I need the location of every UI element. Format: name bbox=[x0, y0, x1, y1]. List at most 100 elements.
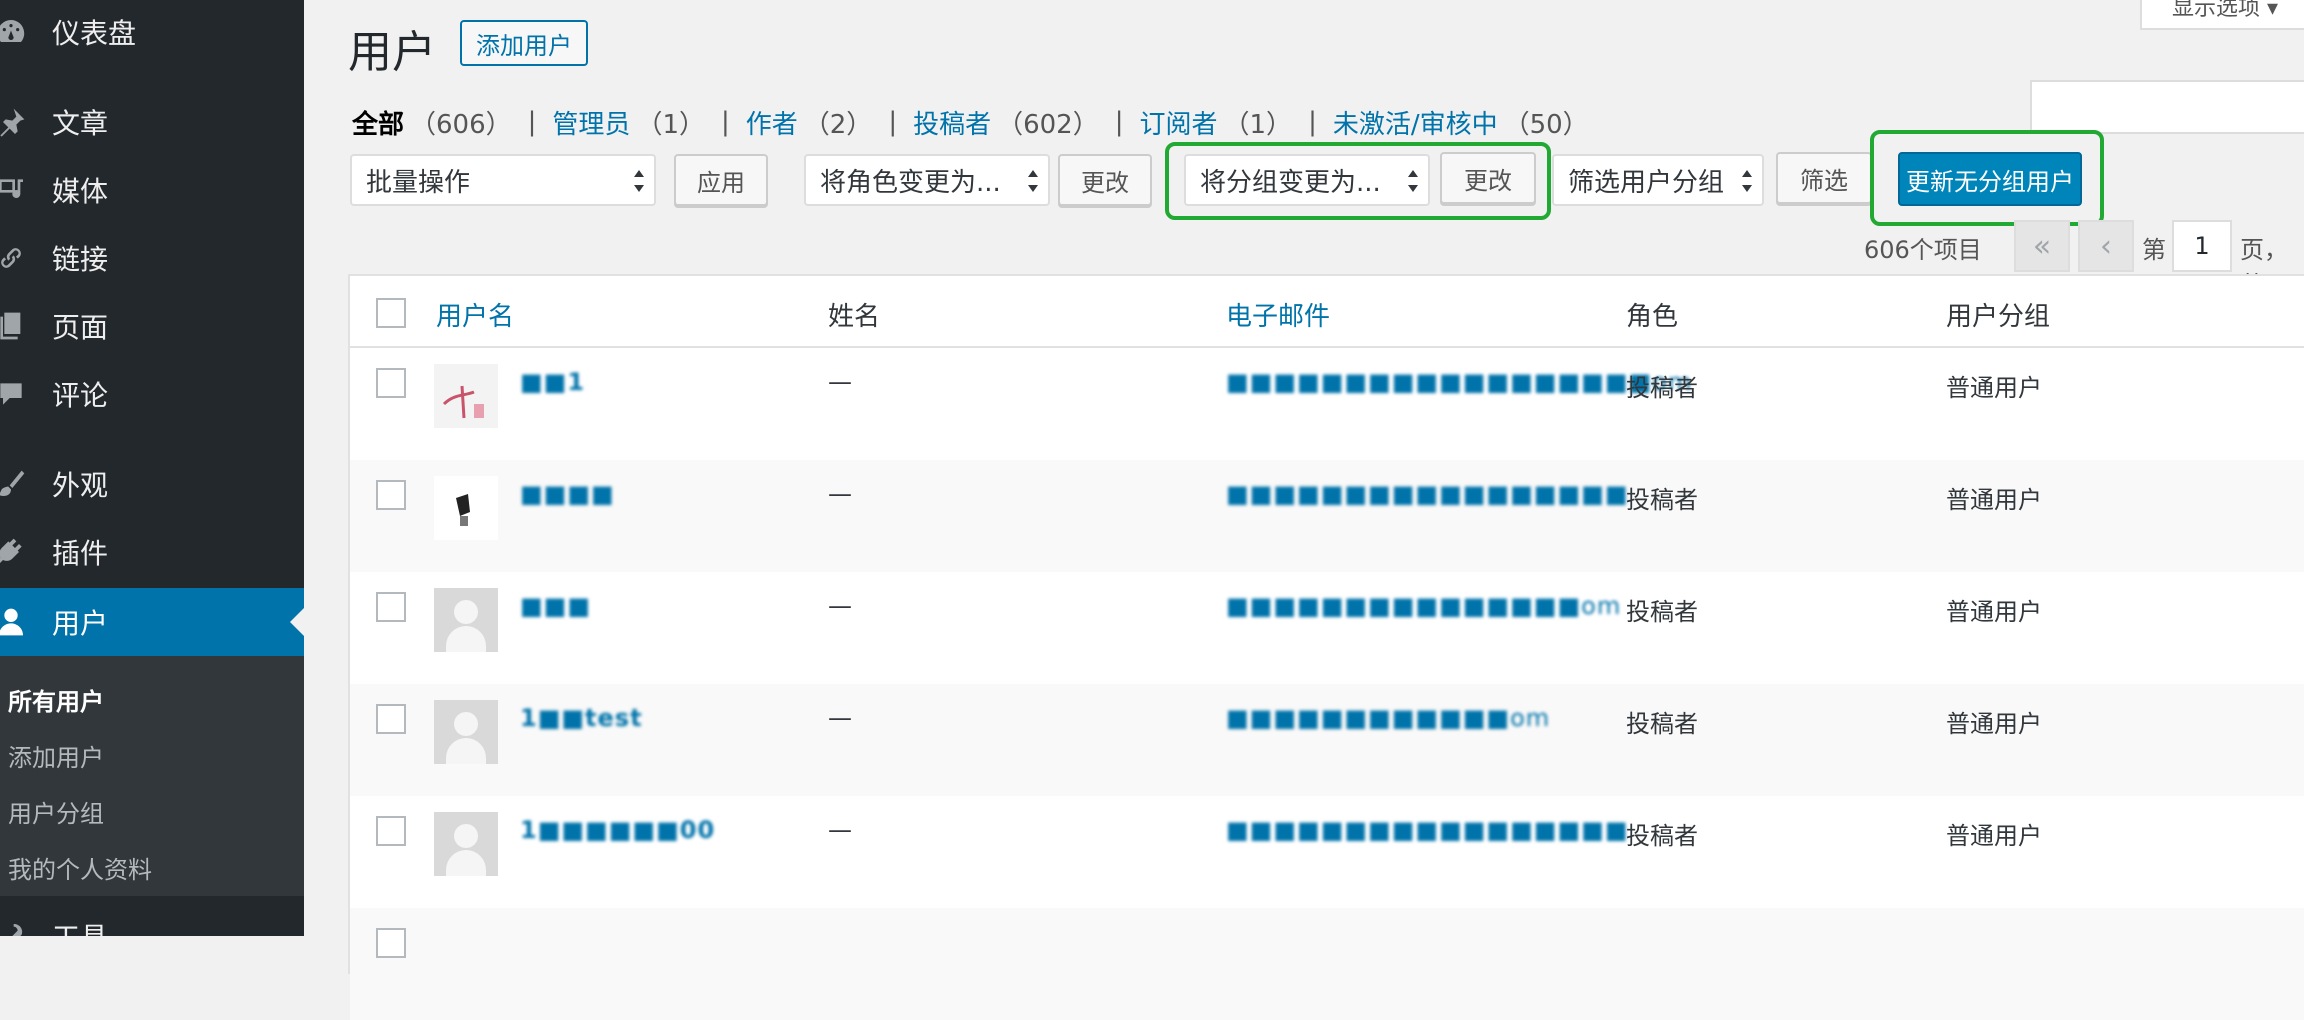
comment-icon bbox=[0, 378, 34, 410]
update-ungrouped-users-button[interactable]: 更新无分组用户 bbox=[1898, 152, 2082, 206]
row-checkbox[interactable] bbox=[376, 816, 406, 846]
username-link[interactable]: 1■■■■■■00 bbox=[520, 816, 715, 844]
filter-all[interactable]: 全部 bbox=[352, 104, 404, 141]
menu-item-dashboard[interactable]: 仪表盘 bbox=[0, 2, 304, 62]
menu-item-pages[interactable]: 页面 bbox=[0, 296, 304, 356]
email-link[interactable]: ■■■■■■■■■■■■■■■■■ bbox=[1226, 816, 1629, 844]
submenu-my-profile[interactable]: 我的个人资料 bbox=[8, 850, 152, 885]
avatar-image bbox=[442, 385, 484, 419]
menu-label: 用户 bbox=[52, 607, 109, 640]
full-name: — bbox=[828, 704, 852, 732]
email-link[interactable]: ■■■■■■■■■■■■om bbox=[1226, 704, 1550, 732]
row-checkbox[interactable] bbox=[376, 368, 406, 398]
filter-button[interactable]: 筛选 bbox=[1776, 152, 1872, 204]
add-user-button[interactable]: 添加用户 bbox=[460, 20, 588, 66]
users-submenu: 所有用户 添加用户 用户分组 我的个人资料 bbox=[0, 656, 304, 896]
select-arrows-icon bbox=[1028, 170, 1038, 192]
avatar bbox=[434, 364, 498, 428]
media-icon bbox=[0, 174, 34, 206]
menu-label: 文章 bbox=[52, 107, 109, 140]
menu-item-plugins[interactable]: 插件 bbox=[0, 522, 304, 582]
page-title: 用户 bbox=[348, 27, 436, 78]
change-role-select[interactable]: 将角色变更为... bbox=[804, 154, 1050, 206]
role-filter-views: 全部 （606） | 管理员 （1） | 作者 （2） | 投稿者 （602） … bbox=[352, 104, 1589, 140]
prev-page-button[interactable]: ‹ bbox=[2078, 220, 2134, 272]
filter-author[interactable]: 作者 bbox=[746, 104, 798, 141]
column-username[interactable]: 用户名 bbox=[436, 296, 514, 333]
menu-item-posts[interactable]: 文章 bbox=[0, 92, 304, 152]
menu-item-links[interactable]: 链接 bbox=[0, 228, 304, 288]
bulk-action-select[interactable]: 批量操作 bbox=[350, 154, 656, 206]
menu-label: 媒体 bbox=[52, 175, 109, 208]
filter-count: （606） bbox=[410, 109, 512, 140]
menu-item-appearance[interactable]: 外观 bbox=[0, 454, 304, 514]
row-checkbox[interactable] bbox=[376, 704, 406, 734]
menu-item-media[interactable]: 媒体 bbox=[0, 160, 304, 220]
menu-label: 插件 bbox=[52, 537, 109, 570]
current-page-input[interactable]: 1 bbox=[2172, 220, 2232, 272]
avatar bbox=[434, 476, 498, 540]
submenu-user-groups[interactable]: 用户分组 bbox=[8, 794, 104, 829]
select-value: 将分组变更为... bbox=[1200, 167, 1381, 198]
email-link[interactable]: ■■■■■■■■■■■■■■■om bbox=[1226, 592, 1621, 620]
full-name: — bbox=[828, 816, 852, 844]
brush-icon bbox=[0, 468, 34, 500]
email-link[interactable]: ■■■■■■■■■■■■■■■■■ bbox=[1226, 480, 1629, 508]
menu-item-users[interactable]: 用户 bbox=[0, 588, 304, 656]
search-input[interactable] bbox=[2030, 80, 2304, 134]
link-icon bbox=[0, 242, 34, 274]
username-link[interactable]: ■■■■ bbox=[520, 480, 615, 508]
column-email[interactable]: 电子邮件 bbox=[1226, 296, 1330, 333]
table-row bbox=[350, 908, 2304, 1020]
menu-item-comments[interactable]: 评论 bbox=[0, 364, 304, 424]
user-icon bbox=[0, 606, 34, 638]
plugin-icon bbox=[0, 536, 34, 568]
user-group-value: 普通用户 bbox=[1946, 374, 2042, 402]
submenu-all-users[interactable]: 所有用户 bbox=[8, 682, 104, 717]
menu-label: 链接 bbox=[52, 243, 109, 276]
username-link[interactable]: ■■1 bbox=[520, 368, 585, 396]
change-role-button[interactable]: 更改 bbox=[1058, 154, 1152, 206]
page-icon bbox=[0, 310, 34, 342]
select-value: 批量操作 bbox=[366, 167, 471, 198]
select-all-checkbox[interactable] bbox=[376, 298, 406, 328]
role-value: 投稿者 bbox=[1626, 822, 1698, 850]
full-name: — bbox=[828, 368, 852, 396]
avatar-image bbox=[456, 494, 470, 526]
filter-subscriber[interactable]: 订阅者 bbox=[1140, 104, 1218, 141]
filter-separator: | bbox=[1308, 107, 1317, 137]
row-checkbox[interactable] bbox=[376, 928, 406, 958]
submenu-add-user[interactable]: 添加用户 bbox=[8, 738, 104, 773]
column-user-group: 用户分组 bbox=[1946, 302, 2051, 332]
pin-icon bbox=[0, 106, 34, 138]
apply-button[interactable]: 应用 bbox=[674, 154, 768, 206]
menu-item-tools[interactable]: 工具 bbox=[0, 906, 304, 936]
username-link[interactable]: ■■■ bbox=[520, 592, 591, 620]
menu-label: 评论 bbox=[52, 379, 109, 412]
row-checkbox[interactable] bbox=[376, 592, 406, 622]
filter-pending[interactable]: 未激活/审核中 bbox=[1333, 104, 1498, 141]
filter-administrator[interactable]: 管理员 bbox=[552, 104, 630, 141]
table-header: 用户名 姓名 电子邮件 角色 用户分组 bbox=[350, 276, 2304, 348]
filter-group-select[interactable]: 筛选用户分组 bbox=[1552, 154, 1764, 206]
row-checkbox[interactable] bbox=[376, 480, 406, 510]
select-value: 将角色变更为... bbox=[820, 167, 1001, 198]
avatar bbox=[434, 700, 498, 764]
table-row: 1■■■■■■00 — ■■■■■■■■■■■■■■■■■ 投稿者 普通用户 bbox=[350, 796, 2304, 908]
change-group-button[interactable]: 更改 bbox=[1440, 152, 1536, 204]
first-page-button[interactable]: « bbox=[2014, 220, 2070, 272]
filter-separator: | bbox=[720, 107, 730, 137]
table-row: 1■■test — ■■■■■■■■■■■■om 投稿者 普通用户 bbox=[350, 684, 2304, 796]
filter-contributor[interactable]: 投稿者 bbox=[913, 104, 991, 141]
menu-label: 外观 bbox=[52, 469, 109, 502]
admin-sidebar: 仪表盘 文章 媒体 链接 页面 评论 外观 插件 用户 所有用户 添加用户 用户… bbox=[0, 0, 304, 936]
select-arrows-icon bbox=[1742, 170, 1752, 192]
table-row: ■■1 — ■■■■■■■■■■■■■■■■■■om 投稿者 普通用户 bbox=[350, 348, 2304, 460]
username-link[interactable]: 1■■test bbox=[520, 704, 643, 732]
filter-count: （50） bbox=[1503, 109, 1589, 140]
change-group-select[interactable]: 将分组变更为... bbox=[1184, 154, 1430, 206]
screen-options-tab[interactable]: 显示选项 ▾ bbox=[2140, 0, 2304, 30]
full-name: — bbox=[828, 592, 852, 620]
filter-separator: | bbox=[888, 107, 898, 137]
email-link[interactable]: ■■■■■■■■■■■■■■■■■■om bbox=[1226, 368, 1692, 396]
